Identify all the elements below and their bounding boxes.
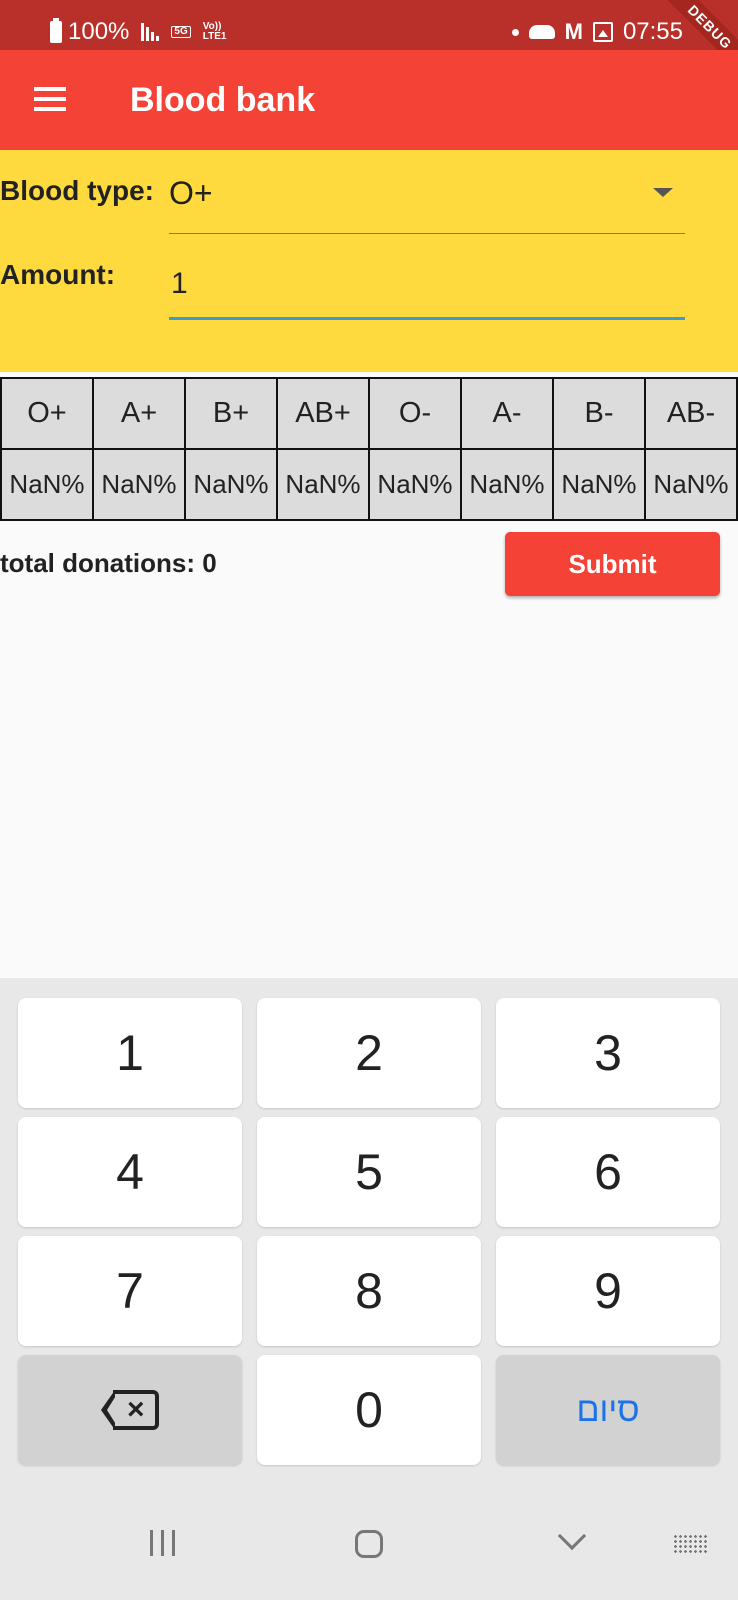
recents-icon[interactable] — [150, 1530, 175, 1556]
table-row: NaN% NaN% NaN% NaN% NaN% NaN% NaN% NaN% — [0, 448, 738, 521]
keyboard-switch-icon[interactable] — [673, 1534, 707, 1554]
key-7[interactable]: 7 — [18, 1236, 242, 1346]
app-bar: Blood bank — [0, 50, 738, 150]
table-cell: NaN% — [460, 448, 554, 521]
network-type: 5G — [171, 26, 191, 38]
table-cell: NaN% — [184, 448, 278, 521]
battery-level: 100% — [68, 18, 130, 45]
signal-icon — [141, 23, 160, 41]
table-cell: NaN% — [0, 448, 94, 521]
backspace-key[interactable]: × — [18, 1355, 242, 1465]
table-header-cell: B- — [552, 377, 646, 450]
backspace-icon: × — [101, 1390, 159, 1430]
hide-keyboard-icon[interactable] — [557, 1521, 587, 1551]
table-header-cell: AB- — [644, 377, 738, 450]
table-cell: NaN% — [368, 448, 462, 521]
blood-type-label: Blood type: — [0, 175, 154, 206]
blood-type-value: O+ — [169, 175, 213, 211]
table-header-cell: O+ — [0, 377, 94, 450]
screen: 100% 5G Vo)) LTE1 M 07:55 DEBUG Blood ba… — [0, 0, 738, 1600]
total-donations: total donations: 0 — [0, 548, 217, 578]
notification-dot-icon — [511, 28, 519, 36]
navigation-bar — [0, 1490, 738, 1600]
table-cell: NaN% — [644, 448, 738, 521]
status-right: M 07:55 — [511, 18, 683, 45]
table-header-cell: A- — [460, 377, 554, 450]
key-4[interactable]: 4 — [18, 1117, 242, 1227]
done-key[interactable]: סיום — [496, 1355, 720, 1465]
home-icon[interactable] — [355, 1530, 383, 1558]
hamburger-menu-icon[interactable] — [26, 80, 76, 120]
key-0[interactable]: 0 — [257, 1355, 481, 1465]
network-indicator: 5G — [171, 26, 191, 38]
dropdown-arrow-icon — [653, 188, 673, 197]
amount-label: Amount: — [0, 259, 116, 290]
blood-type-table: O+ A+ B+ AB+ O- A- B- AB- NaN% NaN% NaN%… — [0, 377, 738, 521]
gmail-icon: M — [564, 19, 583, 44]
table-header-row: O+ A+ B+ AB+ O- A- B- AB- — [0, 377, 738, 450]
submit-button[interactable]: Submit — [505, 532, 720, 596]
amount-input[interactable] — [169, 250, 685, 320]
table-header-cell: AB+ — [276, 377, 370, 450]
key-2[interactable]: 2 — [257, 998, 481, 1108]
clock: 07:55 — [622, 18, 683, 45]
gallery-icon — [592, 22, 613, 42]
table-cell: NaN% — [552, 448, 646, 521]
key-8[interactable]: 8 — [257, 1236, 481, 1346]
key-9[interactable]: 9 — [496, 1236, 720, 1346]
battery-icon — [50, 18, 62, 43]
donation-form: Blood type: O+ Amount: — [0, 150, 738, 372]
table-header-cell: A+ — [92, 377, 186, 450]
volte-indicator: Vo)) LTE1 — [203, 22, 237, 42]
key-3[interactable]: 3 — [496, 998, 720, 1108]
blood-type-dropdown[interactable]: O+ — [169, 170, 685, 234]
volte-label: Vo)) LTE1 — [202, 21, 227, 42]
table-header-cell: B+ — [184, 377, 278, 450]
page-title: Blood bank — [130, 81, 316, 119]
cloud-icon — [528, 25, 555, 39]
key-1[interactable]: 1 — [18, 998, 242, 1108]
status-bar: 100% 5G Vo)) LTE1 M 07:55 DEBUG — [0, 0, 738, 92]
key-5[interactable]: 5 — [257, 1117, 481, 1227]
status-left: 100% 5G Vo)) LTE1 — [50, 18, 237, 45]
table-header-cell: O- — [368, 377, 462, 450]
table-cell: NaN% — [276, 448, 370, 521]
table-cell: NaN% — [92, 448, 186, 521]
key-6[interactable]: 6 — [496, 1117, 720, 1227]
